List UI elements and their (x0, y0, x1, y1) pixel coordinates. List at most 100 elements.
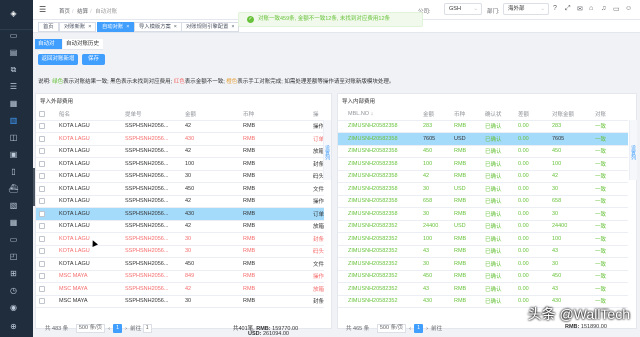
checkbox[interactable] (39, 223, 45, 230)
screen-icon[interactable]: ▭ (613, 5, 620, 13)
table-row[interactable]: ZIMUSNH20582358 450 RMB 已确认 0.00 450 一致 (338, 145, 628, 158)
table-row[interactable]: KOTA LAGU SSPHSNH2056... 430 RMB 订单 (36, 132, 324, 146)
save-button[interactable]: 保存 (82, 54, 105, 65)
checkbox[interactable] (39, 285, 45, 292)
menu-box-icon[interactable]: ▣ (8, 150, 19, 160)
table-row[interactable]: KOTA LAGU SSPHSNH2056... 30 RMB 码头 (36, 245, 324, 258)
table-row[interactable]: ZIMUSNH20582358 42 RMB 已确认 0.00 42 一致 (338, 170, 628, 183)
col-amount[interactable]: 金额 (420, 108, 451, 121)
company-select[interactable]: GSH ⌄ (444, 3, 482, 15)
col-ship[interactable]: 船名 (56, 108, 122, 121)
table-row[interactable]: MSC MAYA SSPHSNH2056... 30 RMB 封条 (36, 295, 324, 308)
checkbox[interactable] (39, 110, 45, 117)
col-diff[interactable]: 差额 (515, 108, 549, 121)
col-amount[interactable]: 金额 (182, 108, 240, 121)
menu-user-icon[interactable]: ◉ (8, 303, 19, 313)
menu-list-icon[interactable]: ☰ (8, 82, 19, 92)
left-page-size-select[interactable]: 500 条/页 (75, 324, 106, 334)
table-row[interactable]: KOTA LAGU SSPHSNH2056... 42 RMB 操作 (36, 120, 324, 133)
close-icon[interactable]: × (231, 24, 234, 30)
menu-copy-icon[interactable]: ⧉ (8, 65, 19, 75)
sort-icon[interactable]: ↓ (371, 111, 374, 117)
hamburger-icon[interactable]: ☰ (39, 5, 46, 14)
table-row[interactable]: KOTA LAGU SSPHSNH2056... 42 RMB 操作 (36, 195, 324, 208)
table-row[interactable]: ZIMUSNH20582358 7605 USD 已确认 0.00 7605 一致 (338, 132, 628, 146)
checkbox[interactable] (39, 185, 45, 192)
checkbox[interactable] (39, 210, 45, 217)
select-all-header[interactable] (36, 108, 56, 121)
checkbox[interactable] (39, 135, 45, 142)
table-row[interactable]: KOTA LAGU SSPHSNH2056... 450 RMB 文件 (36, 257, 324, 271)
checkbox[interactable] (39, 298, 45, 305)
checkbox[interactable] (39, 273, 45, 280)
row-select[interactable] (36, 182, 56, 196)
row-select[interactable] (36, 195, 56, 208)
col-currency[interactable]: 币种 (240, 108, 310, 121)
menu-grid-icon[interactable]: ▦ (8, 99, 19, 109)
col-op[interactable]: 操 (310, 108, 324, 121)
table-row[interactable]: ZIMUSNH20582352 43 RMB 已确认 0.00 43 一致 (338, 245, 628, 258)
menu-table-icon[interactable]: ▦ (8, 218, 19, 228)
table-row[interactable]: KOTA LAGU SSPHSNH2056... 430 RMB 订单 (36, 207, 324, 221)
next-page-icon[interactable]: › (426, 326, 428, 332)
menu-add-icon[interactable]: ⊕ (8, 322, 19, 332)
table-row[interactable]: ZIMUSNH20582352 100 RMB 已确认 0.00 100 一致 (338, 232, 628, 246)
table-row[interactable]: MSC MAYA SSPHSNH2056... 849 RMB 操作 (36, 270, 324, 283)
left-current-page[interactable]: 1 (113, 324, 123, 334)
menu-money-icon[interactable]: ⊞ (8, 269, 19, 279)
tab-home[interactable]: 首页 (38, 22, 59, 32)
col-recon-amount[interactable]: 对账金额 (549, 108, 592, 121)
bell-icon[interactable]: ♫ (601, 5, 606, 12)
prev-page-icon[interactable]: ‹ (409, 326, 411, 332)
table-row[interactable]: KOTA LAGU SSPHSNH2056... 450 RMB 文件 (36, 182, 324, 196)
subtab-history[interactable]: 自动对账历史 (63, 39, 103, 50)
menu-file-icon[interactable]: ▤ (8, 48, 19, 58)
row-select[interactable] (36, 145, 56, 158)
next-page-icon[interactable]: › (125, 326, 127, 332)
row-select[interactable] (36, 257, 56, 271)
menu-window-icon[interactable]: ◰ (8, 252, 19, 262)
row-select[interactable] (36, 295, 56, 308)
home-icon[interactable]: ⌂ (589, 5, 593, 12)
table-row[interactable]: KOTA LAGU SSPHSNH2056... 30 RMB 码头 (36, 170, 324, 183)
table-row[interactable]: KOTA LAGU SSPHSNH2056... 42 RMB 放箱 (36, 220, 324, 233)
row-select[interactable] (36, 220, 56, 233)
row-select[interactable] (36, 270, 56, 283)
menu-doc2-icon[interactable]: ▯ (8, 167, 19, 177)
tab-new-reconcile[interactable]: 对账新账 × (59, 22, 97, 32)
menu-ship-icon[interactable]: ⛴ (8, 184, 19, 194)
menu-chart-icon[interactable]: ◫ (8, 133, 19, 143)
table-row[interactable]: KOTA LAGU SSPHSNH2056... 100 RMB 封条 (36, 157, 324, 171)
row-select[interactable] (36, 170, 56, 183)
checkbox[interactable] (39, 148, 45, 155)
checkbox[interactable] (39, 173, 45, 180)
row-select[interactable] (36, 232, 56, 246)
menu-card-icon[interactable]: ▭ (8, 235, 19, 245)
prev-page-icon[interactable]: ‹ (108, 326, 110, 332)
subtab-auto[interactable]: 自动对账 (35, 39, 62, 58)
col-currency[interactable]: 币种 (451, 108, 482, 121)
table-row[interactable]: ZIMUSNH20582358 30 USD 已确认 0.00 30 一致 (338, 182, 628, 196)
back-button[interactable]: 返回对账新增 (38, 54, 78, 65)
checkbox[interactable] (39, 198, 45, 205)
table-row[interactable]: KOTA LAGU SSPHSNH2056... 30 RMB 封条 (36, 232, 324, 246)
tab-rule-engine[interactable]: 对账规则引擎配置 × (181, 22, 240, 32)
left-goto-input[interactable]: 1 (142, 324, 152, 334)
col-mbl[interactable]: MBL.NO ↓ (345, 108, 420, 121)
table-row[interactable]: ZIMUSNH20582352 43 RMB 已确认 0.00 43 一致 (338, 282, 628, 296)
row-select[interactable] (36, 132, 56, 146)
menu-report-icon[interactable]: ▧ (8, 201, 19, 211)
column-settings-right[interactable]: 设置列 (629, 120, 637, 180)
table-row[interactable]: ZIMUSNH20582352 30 RMB 已确认 0.00 30 一致 (338, 257, 628, 271)
close-icon[interactable]: × (88, 24, 91, 30)
menu-doc-icon[interactable]: ▭ (8, 31, 19, 41)
checkbox[interactable] (39, 123, 45, 130)
table-row[interactable]: KOTA LAGU SSPHSNH2056... 42 RMB 放箱 (36, 145, 324, 158)
right-current-page[interactable]: 1 (414, 324, 424, 334)
checkbox[interactable] (39, 260, 45, 267)
col-bl[interactable]: 提单号 (122, 108, 182, 121)
row-select[interactable] (36, 157, 56, 171)
help-icon[interactable]: ? (553, 5, 557, 12)
checkbox[interactable] (39, 235, 45, 242)
mail-icon[interactable]: ✉ (577, 5, 583, 13)
